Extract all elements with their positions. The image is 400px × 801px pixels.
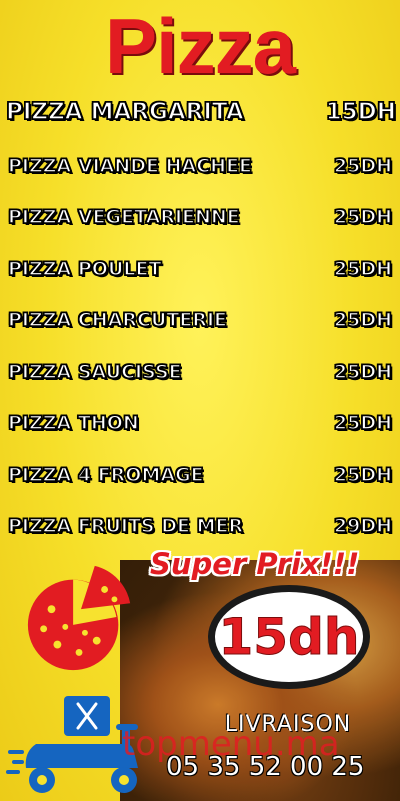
menu-item-name: PIZZA FRUITS DE MER [7,515,244,539]
featured-item-name: PIZZA MARGARITA [5,98,244,126]
promo-label: Super Prix!!! [150,547,360,581]
menu-item: PIZZA 4 FROMAGE 25DH [7,449,393,501]
menu-item: PIZZA THON 25DH [7,398,393,450]
menu-item-name: PIZZA THON [7,412,139,436]
menu-item-price: 25DH [333,360,393,384]
menu-item: PIZZA VEGETARIENNE 25DH [7,192,393,244]
menu-item-price: 25DH [333,463,393,487]
menu-item-price: 25DH [333,309,393,333]
menu-item-price: 25DH [333,154,393,178]
menu-item-price: 25DH [333,412,393,436]
menu-item-name: PIZZA VIANDE HACHEE [7,154,253,178]
promo-price: 15dh [218,608,360,667]
menu-item: PIZZA VIANDE HACHEE 25DH [7,140,393,192]
menu-item: PIZZA FRUITS DE MER 29DH [7,501,393,553]
menu-item-price: 25DH [333,257,393,281]
featured-item: PIZZA MARGARITA 15DH [5,94,397,130]
menu-item-price: 29DH [333,515,393,539]
menu-item: PIZZA SAUCISSE 25DH [7,346,393,398]
menu-item-price: 25DH [333,206,393,230]
page-title: Pizza [104,2,296,90]
menu-item-name: PIZZA VEGETARIENNE [7,206,240,230]
menu-item-name: PIZZA CHARCUTERIE [7,309,228,333]
featured-item-price: 15DH [325,98,397,126]
menu-item: PIZZA POULET 25DH [7,243,393,295]
menu-item-name: PIZZA SAUCISSE [7,360,182,384]
menu-item-name: PIZZA POULET [7,257,162,281]
delivery-phone: 05 35 52 00 25 [166,752,365,782]
menu-item-name: PIZZA 4 FROMAGE [7,463,204,487]
promo-price-badge: 15dh [208,585,370,689]
pizza-icon [27,565,131,671]
menu-item: PIZZA CHARCUTERIE 25DH [7,295,393,347]
menu-list: PIZZA VIANDE HACHEE 25DH PIZZA VEGETARIE… [7,140,393,553]
